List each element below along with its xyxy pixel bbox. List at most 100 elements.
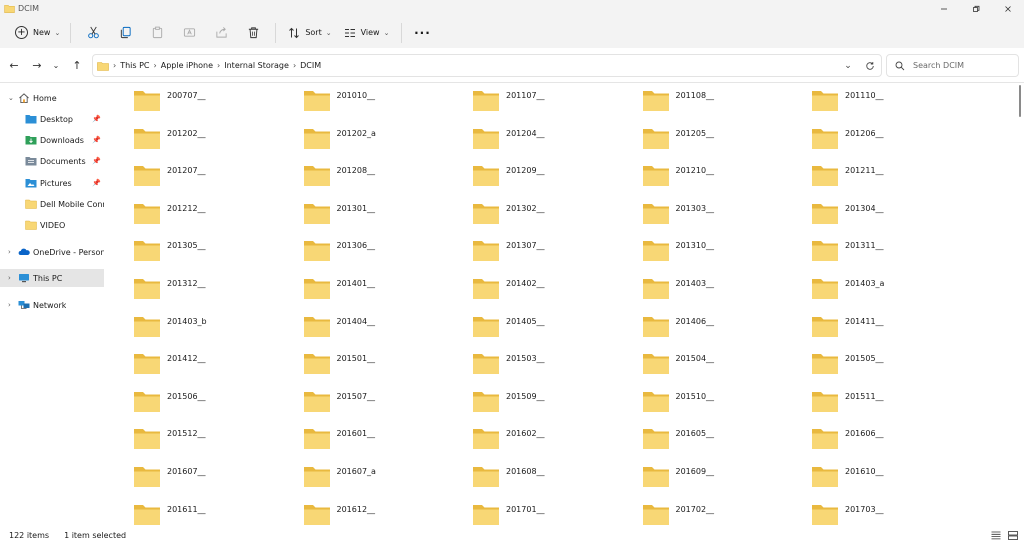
folder-item[interactable]: 201411__ (811, 315, 981, 353)
folder-item[interactable]: 201701__ (472, 503, 642, 526)
folder-item[interactable]: 201609__ (642, 465, 812, 503)
breadcrumb-dcim[interactable]: DCIM (300, 61, 321, 70)
folder-item[interactable]: 201110__ (811, 89, 981, 127)
paste-button[interactable] (141, 21, 173, 45)
sidebar-item-desktop[interactable]: Desktop 📌 (0, 110, 104, 128)
chevron-right-icon[interactable]: › (8, 274, 11, 282)
search-box[interactable] (886, 54, 1019, 77)
new-button[interactable]: + New ⌄ (11, 21, 64, 45)
back-button[interactable]: ← (5, 57, 23, 74)
folder-item[interactable]: 201205__ (642, 127, 812, 165)
folder-item[interactable]: 201212__ (133, 202, 303, 240)
folder-item[interactable]: 201509__ (472, 390, 642, 428)
sidebar-item-documents[interactable]: Documents 📌 (0, 152, 104, 170)
folder-item[interactable]: 201512__ (133, 427, 303, 465)
tiles-view-button[interactable] (1006, 529, 1020, 541)
folder-item[interactable]: 201107__ (472, 89, 642, 127)
folder-item[interactable]: 200707__ (133, 89, 303, 127)
folder-item[interactable]: 201403__ (642, 277, 812, 315)
folder-item[interactable]: 201611__ (133, 503, 303, 526)
folder-item[interactable]: 201108__ (642, 89, 812, 127)
folder-item[interactable]: 201208__ (303, 164, 473, 202)
folder-item[interactable]: 201505__ (811, 352, 981, 390)
address-bar[interactable]: › This PC › Apple iPhone › Internal Stor… (92, 54, 882, 77)
address-history-button[interactable]: ⌄ (837, 55, 859, 76)
breadcrumb-apple-iphone[interactable]: Apple iPhone (161, 61, 213, 70)
pin-icon[interactable]: 📌 (92, 157, 101, 165)
cut-button[interactable] (77, 21, 109, 45)
chevron-right-icon[interactable]: › (113, 61, 116, 70)
sidebar-item-dell-mobile-connect[interactable]: Dell Mobile Conne (0, 195, 104, 213)
scroll-thumb[interactable] (1019, 85, 1021, 117)
pin-icon[interactable]: 📌 (92, 179, 101, 187)
folder-item[interactable]: 201304__ (811, 202, 981, 240)
folder-item[interactable]: 201306__ (303, 239, 473, 277)
folder-item[interactable]: 201507__ (303, 390, 473, 428)
folder-item[interactable]: 201303__ (642, 202, 812, 240)
folder-item[interactable]: 201302__ (472, 202, 642, 240)
pin-icon[interactable]: 📌 (92, 136, 101, 144)
folder-item[interactable]: 201209__ (472, 164, 642, 202)
folder-item[interactable]: 201404__ (303, 315, 473, 353)
folder-item[interactable]: 201401__ (303, 277, 473, 315)
folder-item[interactable]: 201702__ (642, 503, 812, 526)
folder-item[interactable]: 201504__ (642, 352, 812, 390)
copy-button[interactable] (109, 21, 141, 45)
folder-item[interactable]: 201612__ (303, 503, 473, 526)
folder-item[interactable]: 201403_b (133, 315, 303, 353)
folder-item[interactable]: 201608__ (472, 465, 642, 503)
folder-item[interactable]: 201402__ (472, 277, 642, 315)
forward-button[interactable]: → (28, 57, 46, 74)
folder-item[interactable]: 201207__ (133, 164, 303, 202)
sidebar-item-this-pc[interactable]: › This PC (0, 269, 104, 287)
refresh-button[interactable] (859, 55, 881, 76)
search-input[interactable] (913, 61, 1013, 70)
up-button[interactable]: ↑ (68, 57, 86, 74)
more-options-button[interactable]: ··· (408, 21, 436, 45)
sidebar-item-home[interactable]: ⌄ Home (0, 89, 104, 107)
folder-item[interactable]: 201605__ (642, 427, 812, 465)
folder-item[interactable]: 201510__ (642, 390, 812, 428)
folder-item[interactable]: 201301__ (303, 202, 473, 240)
recent-locations-button[interactable]: ⌄ (47, 57, 65, 74)
breadcrumb-this-pc[interactable]: This PC (120, 61, 149, 70)
folder-item[interactable]: 201607__ (133, 465, 303, 503)
chevron-right-icon[interactable]: › (8, 301, 11, 309)
vertical-scrollbar[interactable] (1013, 84, 1023, 526)
folder-item[interactable]: 201412__ (133, 352, 303, 390)
folder-item[interactable]: 201403_a (811, 277, 981, 315)
share-button[interactable] (205, 21, 237, 45)
close-button[interactable] (992, 0, 1024, 17)
sidebar-item-pictures[interactable]: Pictures 📌 (0, 174, 104, 192)
folder-item[interactable]: 201307__ (472, 239, 642, 277)
chevron-down-icon[interactable]: ⌄ (8, 94, 14, 102)
folder-item[interactable]: 201010__ (303, 89, 473, 127)
sort-button[interactable]: Sort ⌄ (282, 21, 337, 45)
folder-item[interactable]: 201607_a (303, 465, 473, 503)
sidebar-item-onedrive[interactable]: › OneDrive - Personal (0, 243, 104, 261)
folder-item[interactable]: 201311__ (811, 239, 981, 277)
folder-item[interactable]: 201310__ (642, 239, 812, 277)
chevron-right-icon[interactable]: › (293, 61, 296, 70)
folder-item[interactable]: 201703__ (811, 503, 981, 526)
details-view-button[interactable] (989, 529, 1003, 541)
chevron-right-icon[interactable]: › (217, 61, 220, 70)
folder-item[interactable]: 201511__ (811, 390, 981, 428)
folder-item[interactable]: 201202_a (303, 127, 473, 165)
minimize-button[interactable] (928, 0, 960, 17)
folder-item[interactable]: 201602__ (472, 427, 642, 465)
folder-item[interactable]: 201503__ (472, 352, 642, 390)
sidebar-item-network[interactable]: › Network (0, 296, 104, 314)
folder-item[interactable]: 201501__ (303, 352, 473, 390)
folder-item[interactable]: 201312__ (133, 277, 303, 315)
folder-item[interactable]: 201202__ (133, 127, 303, 165)
folder-item[interactable]: 201305__ (133, 239, 303, 277)
folder-item[interactable]: 201606__ (811, 427, 981, 465)
delete-button[interactable] (237, 21, 269, 45)
rename-button[interactable] (173, 21, 205, 45)
chevron-right-icon[interactable]: › (154, 61, 157, 70)
folder-item[interactable]: 201406__ (642, 315, 812, 353)
folder-item[interactable]: 201204__ (472, 127, 642, 165)
folder-item[interactable]: 201405__ (472, 315, 642, 353)
chevron-right-icon[interactable]: › (8, 248, 11, 256)
